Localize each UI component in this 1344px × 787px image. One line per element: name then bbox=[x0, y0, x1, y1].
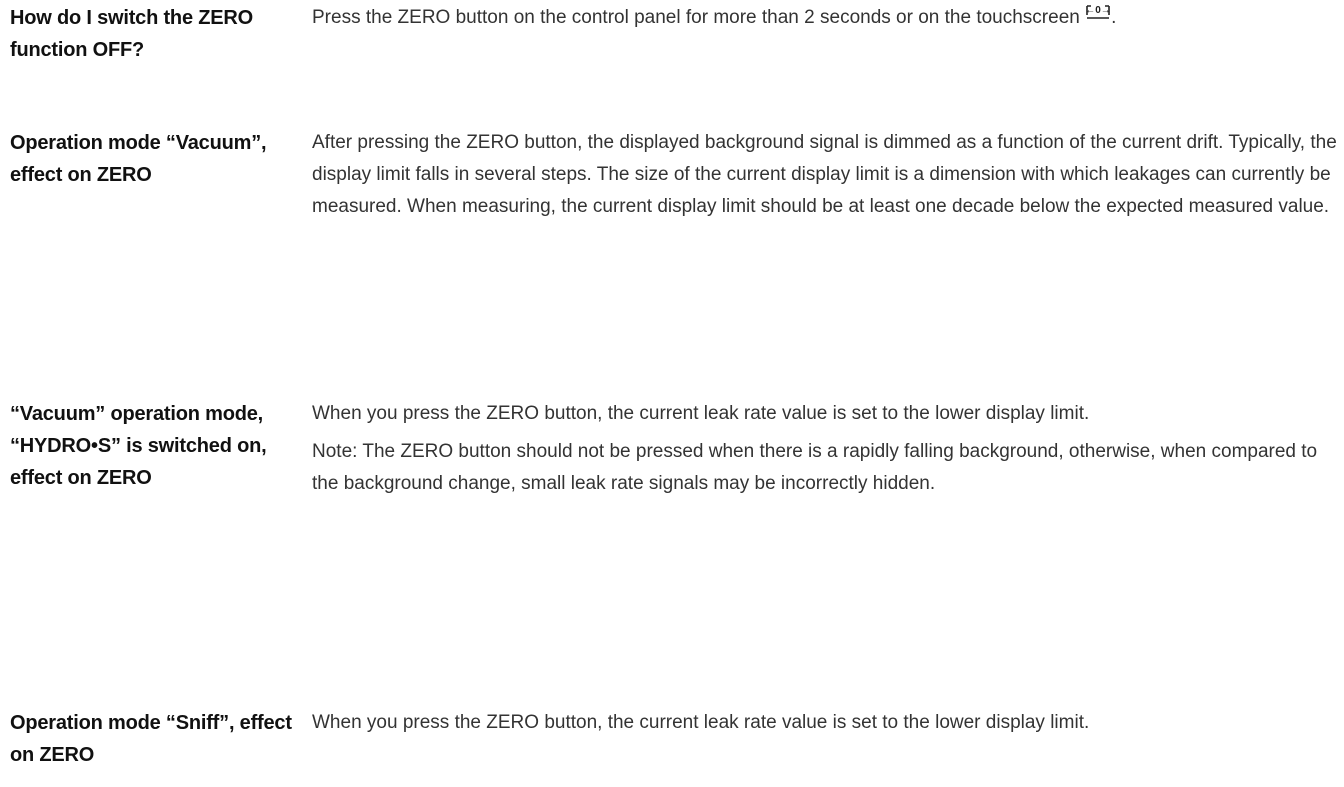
faq-term: Operation mode “Sniff”, effect on ZERO bbox=[10, 712, 292, 766]
faq-term: Operation mode “Vacuum”, effect on ZERO bbox=[10, 132, 267, 186]
faq-definition-period: . bbox=[1111, 7, 1117, 28]
faq-definition: When you press the ZERO button, the curr… bbox=[312, 398, 1342, 500]
faq-definition-paragraph: After pressing the ZERO button, the disp… bbox=[312, 132, 1337, 217]
faq-note-paragraph: Note: The ZERO button should not be pres… bbox=[312, 441, 1318, 494]
faq-definition-paragraph: When you press the ZERO button, the curr… bbox=[312, 403, 1090, 424]
faq-definition-text: Press the ZERO button on the control pan… bbox=[312, 7, 1080, 28]
faq-definition-paragraph: Press the ZERO button on the control pan… bbox=[312, 2, 1342, 34]
faq-definition-paragraph: When you press the ZERO button, the curr… bbox=[312, 712, 1090, 733]
faq-definition: When you press the ZERO button, the curr… bbox=[312, 707, 1342, 739]
faq-term: How do I switch the ZERO function OFF? bbox=[10, 7, 253, 61]
document-page: How do I switch the ZERO function OFF? P… bbox=[0, 0, 1344, 787]
zero-button-icon: ←0→ bbox=[1085, 3, 1111, 21]
faq-definition: Press the ZERO button on the control pan… bbox=[312, 2, 1342, 34]
faq-definition: After pressing the ZERO button, the disp… bbox=[312, 127, 1342, 223]
faq-term: “Vacuum” operation mode, “HYDRO•S” is sw… bbox=[10, 403, 267, 489]
